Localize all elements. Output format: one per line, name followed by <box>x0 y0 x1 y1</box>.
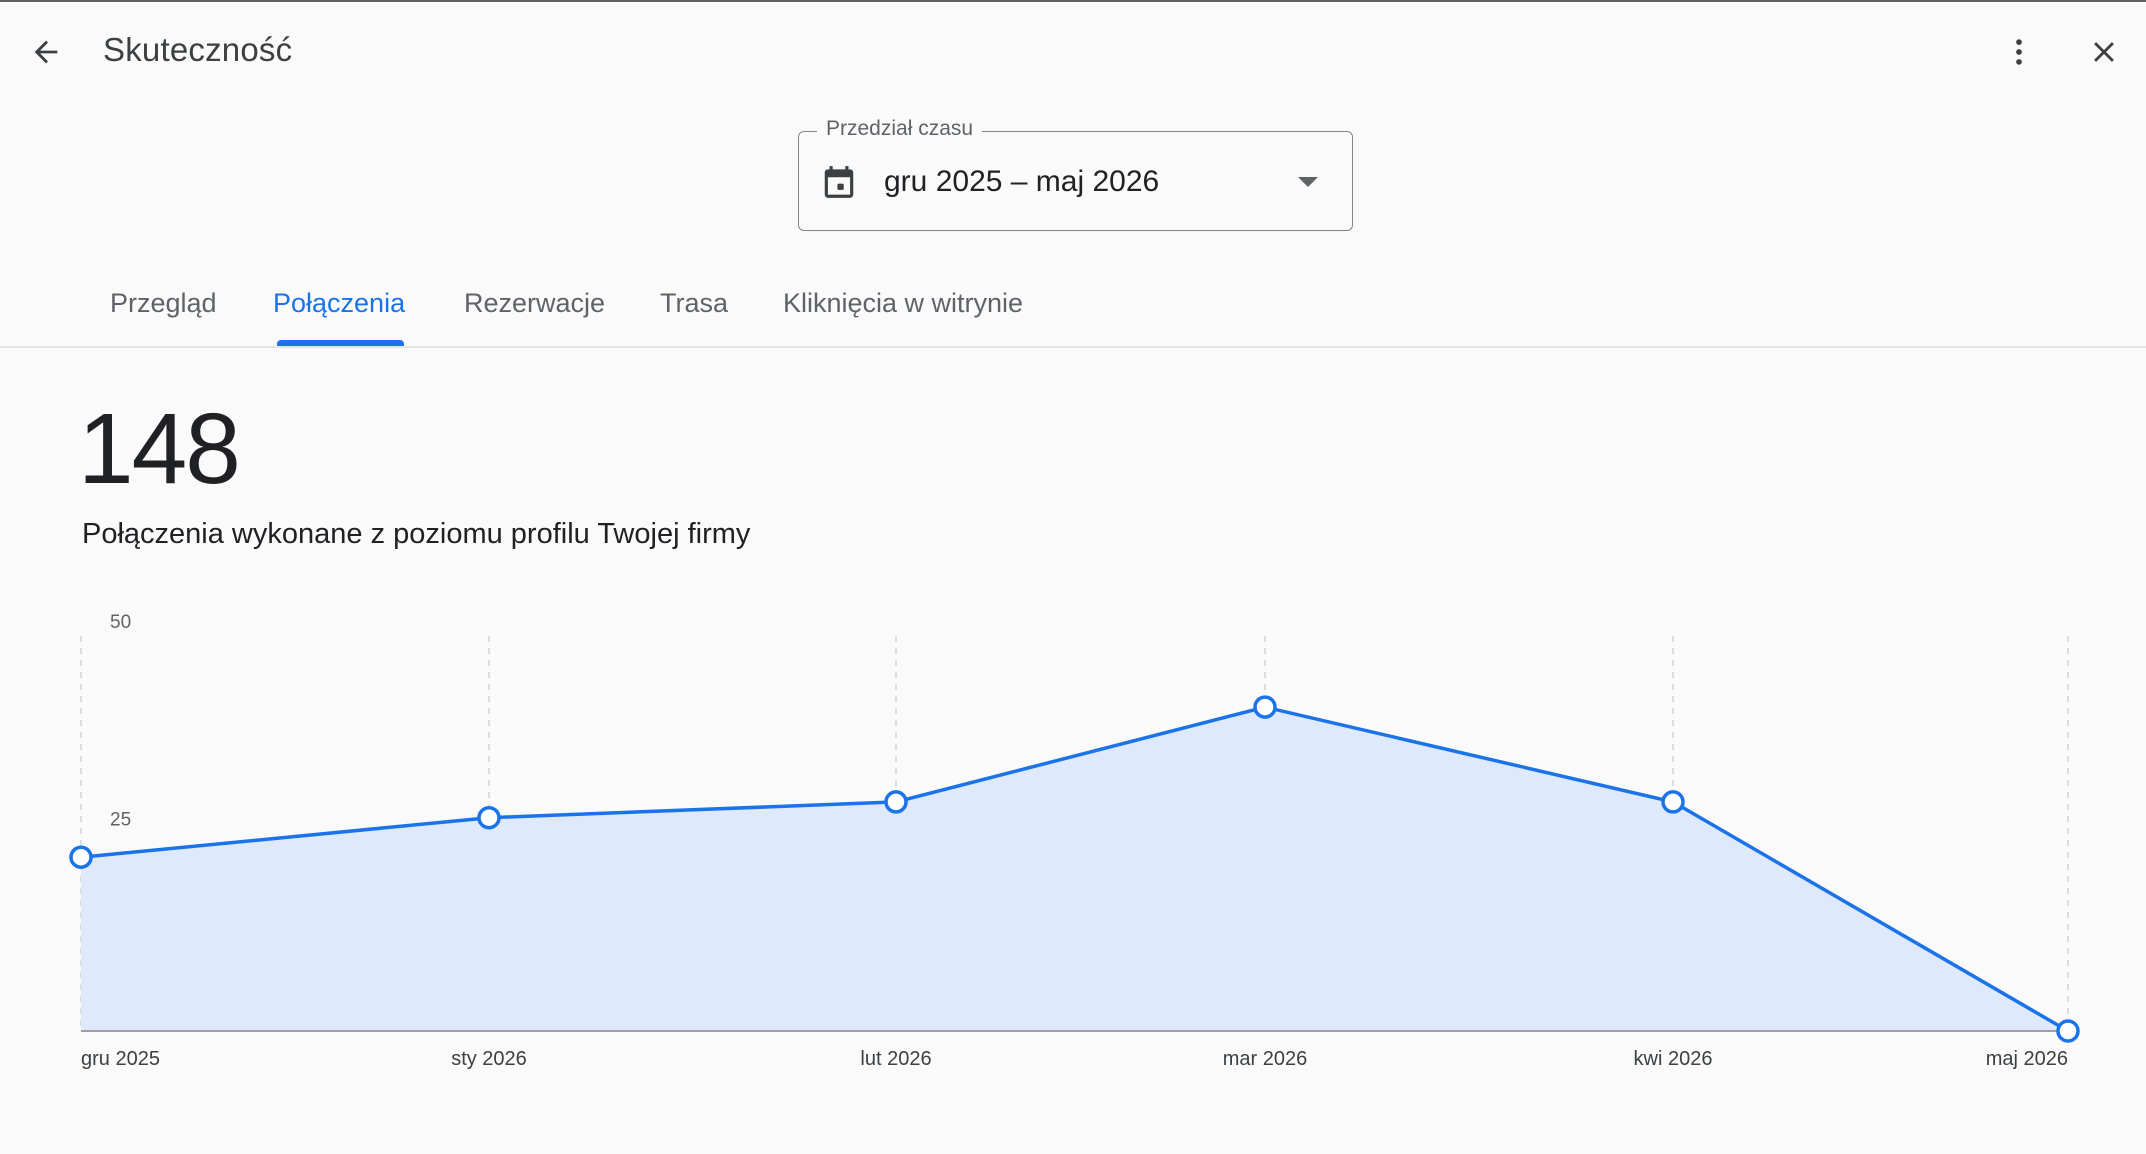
tabs-divider <box>0 346 2146 348</box>
page-header: Skuteczność <box>0 0 2146 104</box>
back-button[interactable] <box>14 20 78 84</box>
tab-przeglad[interactable]: Przegląd <box>110 270 217 348</box>
date-range-label: Przedział czasu <box>817 117 983 141</box>
tab-polaczenia[interactable]: Połączenia <box>273 270 405 348</box>
x-tick-label: maj 2026 <box>1986 1048 2068 1070</box>
x-tick-label: lut 2026 <box>860 1048 931 1070</box>
data-point <box>1253 695 1277 719</box>
date-range-select[interactable]: Przedział czasu gru 2025 – maj 2026 <box>798 117 1353 231</box>
y-tick-label: 25 <box>110 810 131 831</box>
arrow-drop-down-icon <box>1298 177 1318 187</box>
more-options-button[interactable] <box>1987 20 2051 84</box>
arrow-back-icon <box>34 40 58 64</box>
y-tick-label: 50 <box>110 612 131 633</box>
data-point <box>1661 790 1685 814</box>
x-tick-label: mar 2026 <box>1223 1048 1308 1070</box>
metric-caption: Połączenia wykonane z poziomu profilu Tw… <box>82 518 751 550</box>
calendar-icon <box>824 166 854 198</box>
data-point <box>477 805 501 830</box>
date-range-value: gru 2025 – maj 2026 <box>884 165 1160 198</box>
close-button[interactable] <box>2072 20 2136 84</box>
calls-area-chart: 25 50 gru 2025 sty 2026 lut 2026 mar 2026 kwi … <box>69 612 2080 1070</box>
x-tick-label: kwi 2026 <box>1634 1048 1713 1070</box>
data-point <box>884 790 908 814</box>
data-point <box>69 845 93 869</box>
x-tick-label: sty 2026 <box>451 1048 527 1070</box>
x-tick-label: gru 2025 <box>81 1048 160 1070</box>
page-title: Skuteczność <box>103 31 293 68</box>
more-vert-icon <box>2016 39 2022 65</box>
tab-klikniecia[interactable]: Kliknięcia w witrynie <box>783 270 1023 348</box>
tab-rezerwacje[interactable]: Rezerwacje <box>464 270 605 348</box>
data-point <box>2056 1019 2080 1043</box>
close-icon <box>2094 42 2114 62</box>
metric-value: 148 <box>78 393 241 505</box>
tab-bar: Przegląd Połączenia Rezerwacje Trasa Kli… <box>0 270 2146 348</box>
tab-trasa[interactable]: Trasa <box>660 270 728 348</box>
